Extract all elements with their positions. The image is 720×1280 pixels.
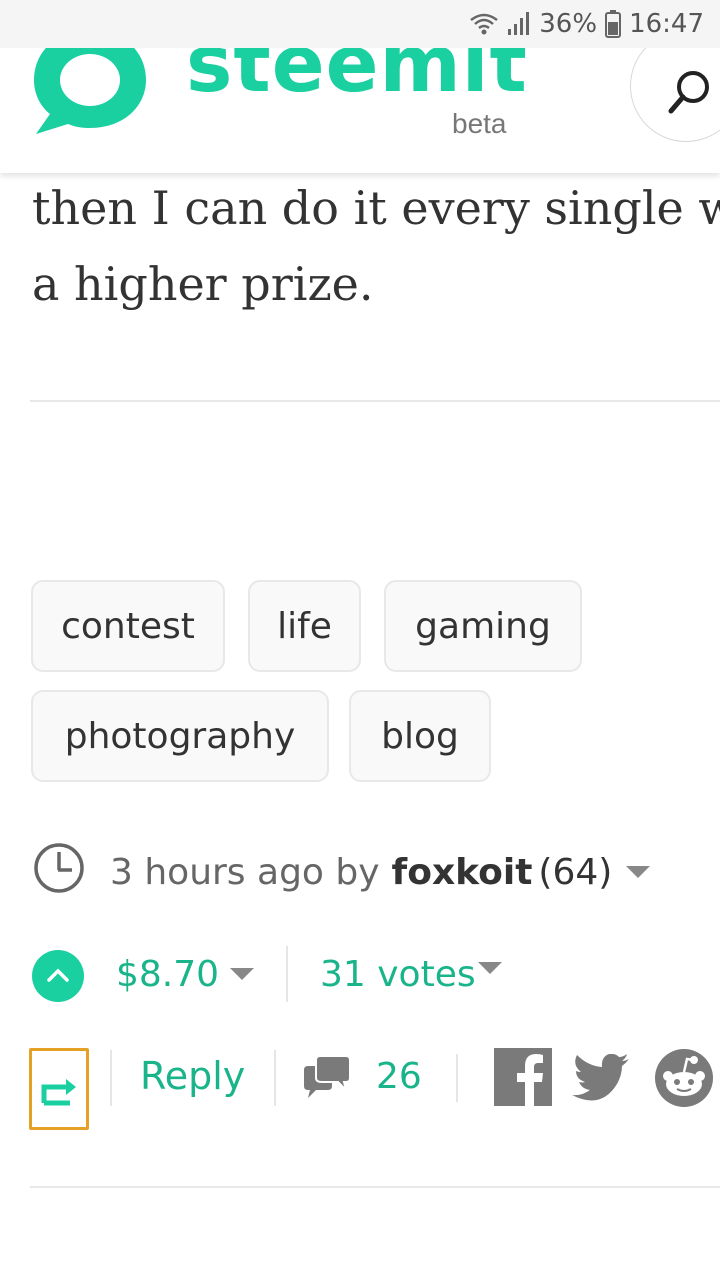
payout-caret-icon[interactable] — [230, 968, 254, 980]
search-button[interactable] — [630, 48, 720, 142]
tag-gaming[interactable]: gaming — [384, 580, 582, 672]
post-time-ago: 3 hours ago by — [110, 851, 380, 893]
post-body-line: then I can do it every single w — [32, 181, 720, 235]
logo-beta-badge: beta — [452, 108, 507, 139]
author-link[interactable]: foxkoit — [392, 852, 533, 893]
separator — [274, 1050, 276, 1106]
comments-count[interactable]: 26 — [376, 1056, 422, 1097]
separator — [286, 946, 288, 1002]
battery-icon — [605, 10, 622, 38]
separator — [110, 1050, 112, 1106]
vote-row: $8.70 31 votes — [32, 944, 712, 1004]
separator — [456, 1054, 458, 1102]
payout-value[interactable]: $8.70 — [116, 954, 219, 995]
resteem-button[interactable] — [29, 1048, 89, 1130]
logo-text[interactable]: steemit — [186, 48, 528, 110]
divider — [30, 1186, 720, 1188]
author-reputation: (64) — [538, 851, 613, 893]
post-actions: Reply 26 — [0, 1044, 720, 1136]
votes-caret-icon[interactable] — [478, 962, 502, 974]
signal-icon — [507, 11, 531, 37]
site-header: steemit beta — [0, 48, 720, 173]
steemit-logo-icon[interactable] — [28, 48, 152, 142]
post-body: then I can do it every single w a higher… — [32, 170, 720, 322]
reddit-icon[interactable] — [654, 1048, 714, 1112]
status-bar: 36% 16:47 — [0, 0, 720, 48]
divider — [30, 400, 720, 402]
upvote-button[interactable] — [32, 950, 84, 1002]
reply-link[interactable]: Reply — [140, 1054, 245, 1098]
tag-life[interactable]: life — [248, 580, 361, 672]
facebook-icon[interactable] — [494, 1048, 552, 1110]
clock-time: 16:47 — [629, 9, 704, 39]
post-body-line: a higher prize. — [32, 257, 374, 311]
comments-icon[interactable] — [302, 1055, 352, 1108]
post-meta: 3 hours ago by foxkoit (64) — [32, 841, 651, 904]
clock-icon — [32, 841, 86, 904]
author-menu-caret-icon[interactable] — [626, 866, 651, 878]
battery-percent: 36% — [539, 9, 598, 39]
tag-contest[interactable]: contest — [31, 580, 225, 672]
tag-photography[interactable]: photography — [31, 690, 329, 782]
votes-count[interactable]: 31 votes — [320, 954, 476, 995]
tag-blog[interactable]: blog — [349, 690, 491, 782]
twitter-icon[interactable] — [572, 1053, 630, 1106]
wifi-icon — [469, 12, 499, 36]
